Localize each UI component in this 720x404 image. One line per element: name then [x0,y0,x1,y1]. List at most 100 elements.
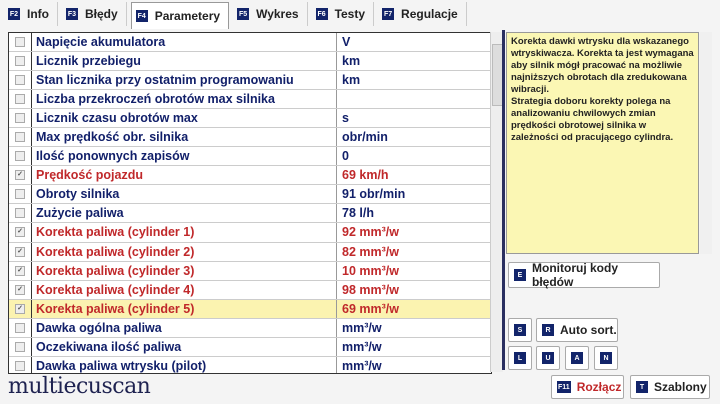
row-checkbox[interactable] [15,56,25,67]
key-f7-icon: F7 [382,8,395,20]
row-checkbox[interactable]: ✓ [15,284,25,295]
tab-label: Wykres [256,7,299,21]
description-text-1: Korekta dawki wtrysku dla wskazanego wtr… [511,36,694,95]
parameter-name: Korekta paliwa (cylinder 1) [32,223,337,242]
parameter-value: mm³/w [342,339,382,354]
parameter-value: 69 km/h [342,168,389,183]
key-r-icon: R [542,324,554,336]
tab-wykres[interactable]: F5 Wykres [233,2,308,26]
row-checkbox[interactable] [15,94,25,105]
a-button[interactable]: A [565,346,589,370]
row-checkbox[interactable] [15,37,25,48]
parameter-value [337,90,342,108]
parameter-value: mm³/w [342,358,382,373]
key-n-icon: N [600,352,612,364]
table-row[interactable]: ✓ Korekta paliwa (cylinder 5) 69 mm³/w [9,299,491,319]
table-row[interactable]: ✓ Korekta paliwa (cylinder 3) 10 mm³/w [9,261,491,281]
l-button[interactable]: L [508,346,532,370]
tab-regulacje[interactable]: F7 Regulacje [378,2,467,26]
tab-label: Info [27,7,49,21]
row-checkbox[interactable] [15,341,25,352]
parameter-value: V [342,35,351,50]
table-row[interactable]: ✓ Korekta paliwa (cylinder 1) 92 mm³/w [9,223,491,243]
row-checkbox[interactable] [15,75,25,86]
tab-label: Testy [334,7,366,21]
tab-błędy[interactable]: F3 Błędy [62,2,127,26]
button-label: Rozłącz [576,380,622,394]
row-checkbox[interactable]: ✓ [15,170,25,181]
tab-testy[interactable]: F6 Testy [312,2,375,26]
parameter-value: 82 mm³/w [342,244,399,259]
row-checkbox[interactable] [15,360,25,371]
key-f5-icon: F5 [237,8,250,20]
key-f2-icon: F2 [8,8,20,20]
row-checkbox[interactable]: ✓ [15,227,25,238]
table-row[interactable]: Licznik czasu obrotów max s [9,109,491,129]
parameter-name: Korekta paliwa (cylinder 3) [32,261,337,280]
table-row[interactable]: Licznik przebiegu km [9,52,491,72]
row-checkbox[interactable] [15,189,25,200]
row-checkbox[interactable] [15,151,25,162]
tab-label: Regulacje [401,7,458,21]
parameter-name: Ilość ponownych zapisów [32,147,337,166]
parameter-name: Obroty silnika [32,185,337,204]
u-button[interactable]: U [536,346,560,370]
row-checkbox[interactable] [15,208,25,219]
table-row[interactable]: ✓ Korekta paliwa (cylinder 4) 98 mm³/w [9,280,491,300]
description-scrollbar[interactable] [700,32,712,254]
parameter-name: Stan licznika przy ostatnim programowani… [32,71,337,90]
table-row[interactable]: Oczekiwana ilość paliwa mm³/w [9,337,491,357]
parameter-name: Dawka ogólna paliwa [32,318,337,337]
key-f3-icon: F3 [66,8,78,20]
row-checkbox[interactable] [15,322,25,333]
parameter-value: 69 mm³/w [342,301,399,316]
tab-parametery[interactable]: F4 Parametery [130,2,230,29]
table-row[interactable]: Napięcie akumulatora V [9,33,491,53]
parameter-name: Dawka paliwa wtrysku (pilot) [32,356,337,373]
parameter-value: km [342,73,361,88]
disconnect-button[interactable]: F11 Rozłącz [551,375,624,399]
table-row[interactable]: Liczba przekroczeń obrotów max silnika [9,90,491,110]
parameter-value: 10 mm³/w [342,263,399,278]
parameter-value: obr/min [342,130,388,145]
s-button[interactable]: S [508,318,532,342]
table-row[interactable]: ✓ Korekta paliwa (cylinder 2) 82 mm³/w [9,242,491,262]
parameter-name: Korekta paliwa (cylinder 5) [32,299,337,318]
key-f11-icon: F11 [557,381,571,393]
parameter-description: Korekta dawki wtrysku dla wskazanego wtr… [506,32,699,254]
parameter-value: 91 obr/min [342,187,406,202]
parameter-name: Licznik czasu obrotów max [32,109,337,128]
row-checkbox[interactable] [15,132,25,143]
table-row[interactable]: Dawka ogólna paliwa mm³/w [9,318,491,338]
parameter-value: mm³/w [342,320,382,335]
parameter-name: Zużycie paliwa [32,204,337,223]
table-row[interactable]: Obroty silnika 91 obr/min [9,185,491,205]
tab-info[interactable]: F2 Info [4,2,58,26]
monitor-error-codes-button[interactable]: E Monitoruj kody błędów [508,261,660,289]
row-checkbox[interactable] [15,113,25,124]
n-button[interactable]: N [594,346,618,370]
row-checkbox[interactable]: ✓ [15,303,25,314]
row-checkbox[interactable]: ✓ [15,246,25,257]
parameter-value: s [342,111,349,126]
templates-button[interactable]: T Szablony [630,375,710,399]
table-row[interactable]: Dawka paliwa wtrysku (pilot) mm³/w [9,356,491,373]
row-checkbox[interactable]: ✓ [15,265,25,276]
table-row[interactable]: Zużycie paliwa 78 l/h [9,204,491,224]
parameters-table: Napięcie akumulatora V Licznik przebiegu km… [8,32,492,374]
table-row[interactable]: Stan licznika przy ostatnim programowani… [9,71,491,91]
multiecuscan-logo: multiecuscan [8,374,151,399]
table-row[interactable]: Ilość ponownych zapisów 0 [9,147,491,167]
tab-label: Parametery [154,9,221,23]
parameter-name: Liczba przekroczeń obrotów max silnika [32,90,337,109]
parameter-value: 78 l/h [342,206,374,221]
table-row[interactable]: ✓ Prędkość pojazdu 69 km/h [9,166,491,186]
panel-divider[interactable] [502,30,505,370]
auto-sort-button[interactable]: R Auto sort. [536,318,618,342]
tab-label: Błędy [85,7,118,21]
table-row[interactable]: Max prędkość obr. silnika obr/min [9,128,491,148]
key-l-icon: L [514,352,526,364]
button-label: Szablony [654,380,707,394]
parameter-value: 0 [342,149,349,164]
parameter-name: Max prędkość obr. silnika [32,128,337,147]
